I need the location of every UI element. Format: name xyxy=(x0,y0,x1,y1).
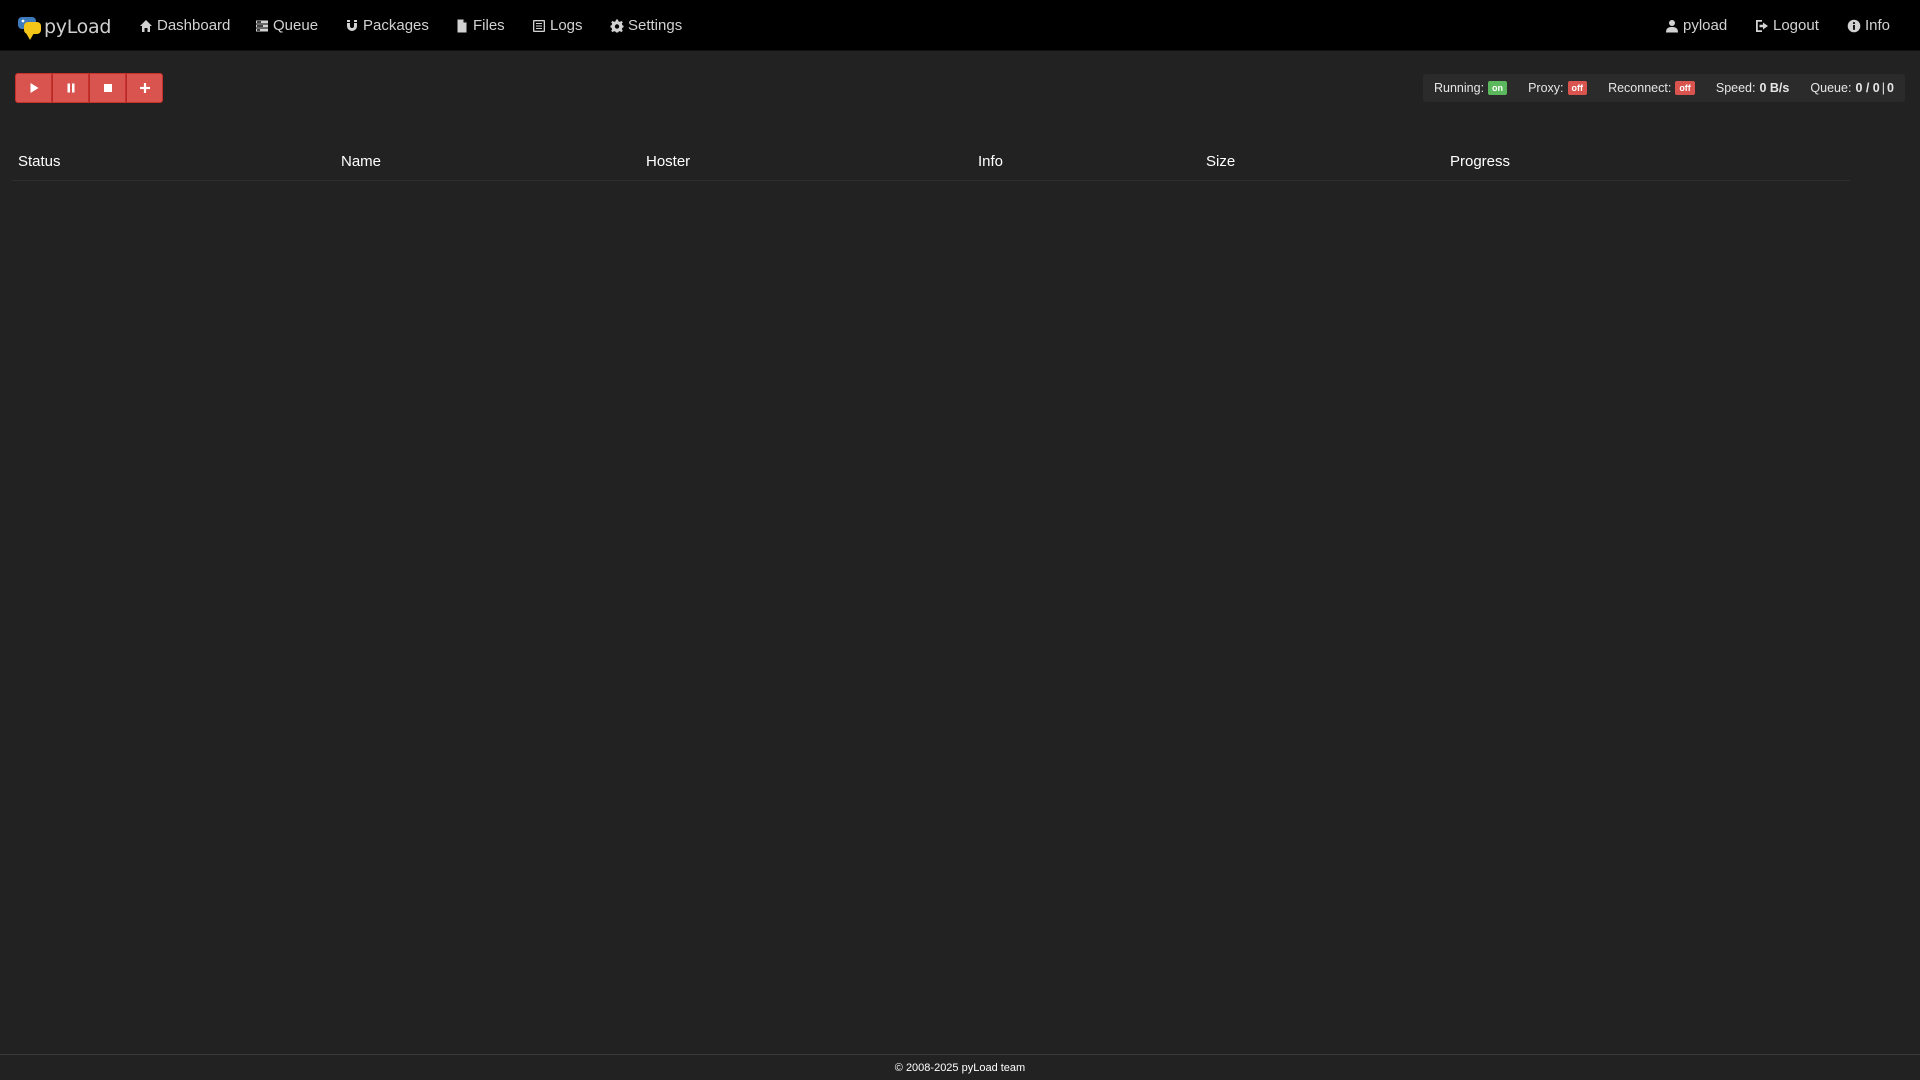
speed-status: Speed: 0 B/s xyxy=(1716,81,1790,95)
stop-button[interactable] xyxy=(89,73,126,103)
reconnect-label: Reconnect: xyxy=(1608,81,1672,95)
brand-name: pyLoad xyxy=(44,16,112,38)
column-hoster: Hoster xyxy=(646,153,691,170)
cog-icon xyxy=(610,19,624,32)
speed-value: 0 B/s xyxy=(1759,81,1790,95)
column-progress: Progress xyxy=(1450,153,1511,170)
nav-settings[interactable]: Settings xyxy=(610,0,682,51)
proxy-label: Proxy: xyxy=(1528,81,1564,95)
queue-label: Queue: xyxy=(1810,81,1852,95)
file-icon xyxy=(457,19,467,32)
play-icon xyxy=(30,83,38,93)
download-controls xyxy=(15,73,163,103)
nav-dashboard[interactable]: Dashboard xyxy=(139,0,230,51)
queue-status: Queue: 0 / 0 | 0 xyxy=(1810,81,1894,95)
column-name: Name xyxy=(341,153,382,170)
nav-packages[interactable]: Packages xyxy=(345,0,429,51)
list-alt-icon xyxy=(533,19,545,32)
home-icon xyxy=(140,19,152,32)
nav-logs-label: Logs xyxy=(550,17,583,34)
running-badge[interactable]: on xyxy=(1488,81,1508,95)
nav-files-label: Files xyxy=(473,17,505,34)
user-icon xyxy=(1666,19,1678,32)
speed-label: Speed: xyxy=(1715,81,1756,95)
pyload-logo-icon xyxy=(18,17,41,40)
nav-logs[interactable]: Logs xyxy=(532,0,583,51)
reconnect-badge[interactable]: off xyxy=(1675,81,1695,95)
nav-user[interactable]: pyload xyxy=(1665,0,1727,51)
tasks-icon xyxy=(256,20,268,31)
brand-link[interactable]: pyLoad xyxy=(17,12,111,42)
plus-icon xyxy=(139,83,150,93)
nav-queue[interactable]: Queue xyxy=(255,0,318,51)
stop-icon xyxy=(103,84,112,92)
proxy-badge[interactable]: off xyxy=(1567,81,1588,95)
add-package-button[interactable] xyxy=(126,73,163,103)
info-icon xyxy=(1847,19,1861,32)
pause-button[interactable] xyxy=(52,73,89,103)
nav-queue-label: Queue xyxy=(273,17,319,34)
nav-logout[interactable]: Logout xyxy=(1755,0,1819,51)
nav-user-label: pyload xyxy=(1683,17,1728,34)
top-navbar: pyLoad Dashboard Queue Packages Files Lo… xyxy=(0,0,1920,51)
magnet-icon xyxy=(347,19,357,31)
nav-info[interactable]: Info xyxy=(1847,0,1890,51)
queue-total: 0 xyxy=(1887,81,1894,95)
proxy-status: Proxy: off xyxy=(1528,81,1588,95)
copyright-text: © 2008-2025 pyLoad team xyxy=(894,1061,1026,1074)
running-label: Running: xyxy=(1434,81,1485,95)
running-status: Running: on xyxy=(1434,81,1508,95)
queue-value: 0 / 0 xyxy=(1855,81,1880,95)
start-button[interactable] xyxy=(15,73,52,103)
downloads-table-header: Status Name Hoster Info Size Progress xyxy=(12,150,1850,181)
reconnect-status: Reconnect: off xyxy=(1608,81,1695,95)
nav-settings-label: Settings xyxy=(628,17,683,34)
nav-dashboard-label: Dashboard xyxy=(157,17,231,34)
queue-separator: | xyxy=(1881,81,1886,95)
nav-info-label: Info xyxy=(1865,17,1891,34)
nav-packages-label: Packages xyxy=(363,17,429,34)
footer: © 2008-2025 pyLoad team xyxy=(0,1054,1920,1080)
column-info: Info xyxy=(978,153,1004,170)
logout-icon xyxy=(1756,19,1768,32)
nav-files[interactable]: Files xyxy=(455,0,505,51)
pause-icon xyxy=(67,83,74,93)
nav-logout-label: Logout xyxy=(1773,17,1819,34)
column-size: Size xyxy=(1206,153,1236,170)
column-status: Status xyxy=(18,153,61,170)
server-status-bar: Running: on Proxy: off Reconnect: off Sp… xyxy=(1423,74,1905,102)
